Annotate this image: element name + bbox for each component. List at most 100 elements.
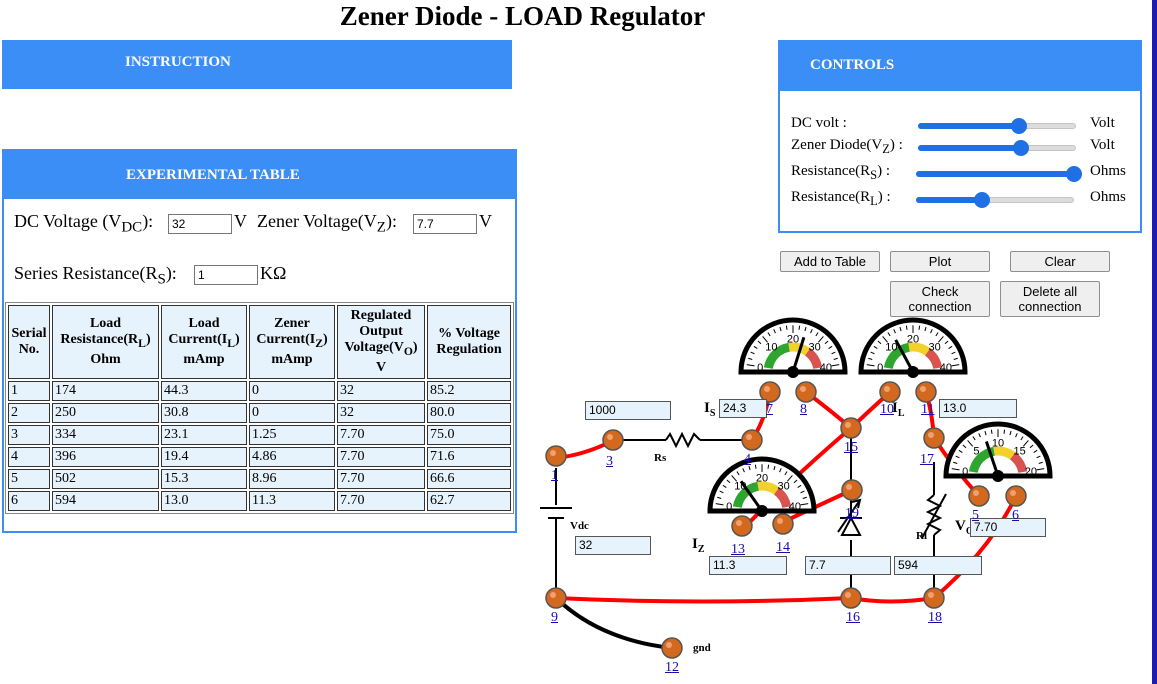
- meter-tick-label: 20: [756, 473, 768, 485]
- vz-value-field[interactable]: 7.7: [805, 556, 891, 575]
- node-highlight: [845, 592, 851, 598]
- meter-tick: [1003, 429, 1006, 434]
- meter-tick-label: 20: [1025, 466, 1037, 478]
- meter-tick-label: 10: [885, 342, 897, 354]
- is-meter: 010 20 3040: [738, 317, 848, 378]
- node-highlight: [777, 518, 783, 524]
- node-label-12[interactable]: 12: [665, 660, 679, 676]
- wire-gnd: [554, 596, 673, 650]
- node-14: [772, 513, 794, 535]
- node-15: [840, 417, 862, 439]
- node-highlight: [845, 422, 851, 428]
- node-highlight: [928, 432, 934, 438]
- meter-tick: [798, 325, 801, 330]
- gnd-label: gnd: [693, 642, 711, 654]
- vdc-value-field[interactable]: 32: [575, 536, 651, 555]
- meter-yellow-zone: [757, 481, 780, 495]
- node-8: [795, 381, 817, 403]
- node-3: [602, 429, 624, 451]
- node-label-11[interactable]: 11: [921, 402, 934, 418]
- rs-symbol-label: Rs: [654, 452, 667, 464]
- wire-16-18: [850, 596, 935, 604]
- meter-tick: [990, 429, 993, 434]
- node-label-6[interactable]: 6: [1012, 508, 1019, 524]
- meter-tick: [754, 464, 757, 469]
- node-label-7[interactable]: 7: [766, 402, 773, 418]
- meter-tick-label: 0: [877, 362, 883, 374]
- node-12: [661, 637, 683, 659]
- node-highlight: [928, 592, 934, 598]
- rs-value-field[interactable]: 1000: [585, 401, 671, 420]
- meter-tick: [767, 464, 770, 469]
- il-value-field[interactable]: 13.0: [939, 399, 1017, 418]
- node-highlight: [666, 642, 672, 648]
- node-highlight: [746, 434, 752, 440]
- iz-meter: 010203040: [707, 456, 817, 517]
- node-11: [915, 381, 937, 403]
- meter-tick-label: 0: [726, 501, 732, 513]
- meter-tick-label: 20: [907, 334, 919, 346]
- node-highlight: [764, 386, 770, 392]
- node-13: [731, 515, 753, 537]
- meter-pivot: [756, 505, 768, 517]
- node-label-5[interactable]: 5: [972, 508, 979, 524]
- node-highlight: [607, 434, 613, 440]
- is-value-field[interactable]: 24.3: [719, 399, 767, 418]
- node-highlight: [550, 592, 556, 598]
- meter-tick-label: 10: [765, 342, 777, 354]
- iz-label: IZ: [692, 536, 705, 555]
- node-highlight: [736, 520, 742, 526]
- node-16: [840, 587, 862, 609]
- node-label-10[interactable]: 10: [880, 402, 894, 418]
- node-1: [545, 445, 567, 467]
- node-17: [923, 427, 945, 449]
- node-6: [1005, 485, 1027, 507]
- meter-yellow-zone: [993, 446, 1016, 460]
- meter-tick-label: 40: [940, 362, 952, 374]
- vdc-label-circuit: Vdc: [570, 520, 589, 532]
- node-highlight: [800, 386, 806, 392]
- meter-tick-label: 10: [992, 438, 1004, 450]
- node-label-4[interactable]: 4: [744, 452, 751, 468]
- node-label-1[interactable]: 1: [551, 468, 558, 484]
- node-4: [741, 429, 763, 451]
- node-highlight: [884, 386, 890, 392]
- meter-tick-label: 0: [962, 466, 968, 478]
- node-highlight: [1010, 490, 1016, 496]
- meter-tick: [785, 325, 788, 330]
- node-label-19[interactable]: 19: [845, 506, 859, 522]
- rl-symbol-label: Rl: [916, 530, 927, 542]
- node-label-3[interactable]: 3: [606, 454, 613, 470]
- node-label-16[interactable]: 16: [846, 610, 860, 626]
- vo-value-field[interactable]: 7.70: [970, 518, 1046, 537]
- node-label-15[interactable]: 15: [844, 440, 858, 456]
- node-highlight: [973, 490, 979, 496]
- node-label-17[interactable]: 17: [920, 452, 934, 468]
- node-19: [841, 479, 863, 501]
- meter-tick-label: 40: [820, 362, 832, 374]
- meter-pivot: [992, 470, 1004, 482]
- meter-pivot: [787, 366, 799, 378]
- meter-pivot: [907, 366, 919, 378]
- node-9: [545, 587, 567, 609]
- node-label-14[interactable]: 14: [776, 540, 790, 556]
- node-label-8[interactable]: 8: [800, 402, 807, 418]
- node-label-18[interactable]: 18: [928, 610, 942, 626]
- node-label-9[interactable]: 9: [551, 610, 558, 626]
- resistor-rs: [665, 431, 701, 449]
- node-highlight: [920, 386, 926, 392]
- node-highlight: [846, 484, 852, 490]
- rl-value-field[interactable]: 594: [894, 556, 982, 575]
- node-label-13[interactable]: 13: [731, 542, 745, 558]
- meter-yellow-zone: [908, 342, 931, 356]
- meter-tick-label: 0: [757, 362, 763, 374]
- meter-tick-label: 40: [789, 501, 801, 513]
- meter-tick-label: 30: [928, 342, 940, 354]
- node-highlight: [550, 450, 556, 456]
- iz-value-field[interactable]: 11.3: [709, 556, 787, 575]
- meter-tick-label: 5: [973, 446, 979, 458]
- node-10: [879, 381, 901, 403]
- il-meter: 010 20 3040: [858, 317, 968, 378]
- wire-9-16: [555, 596, 852, 604]
- circuit-diagram[interactable]: 010203040 01020304001020304005101520: [0, 0, 1157, 684]
